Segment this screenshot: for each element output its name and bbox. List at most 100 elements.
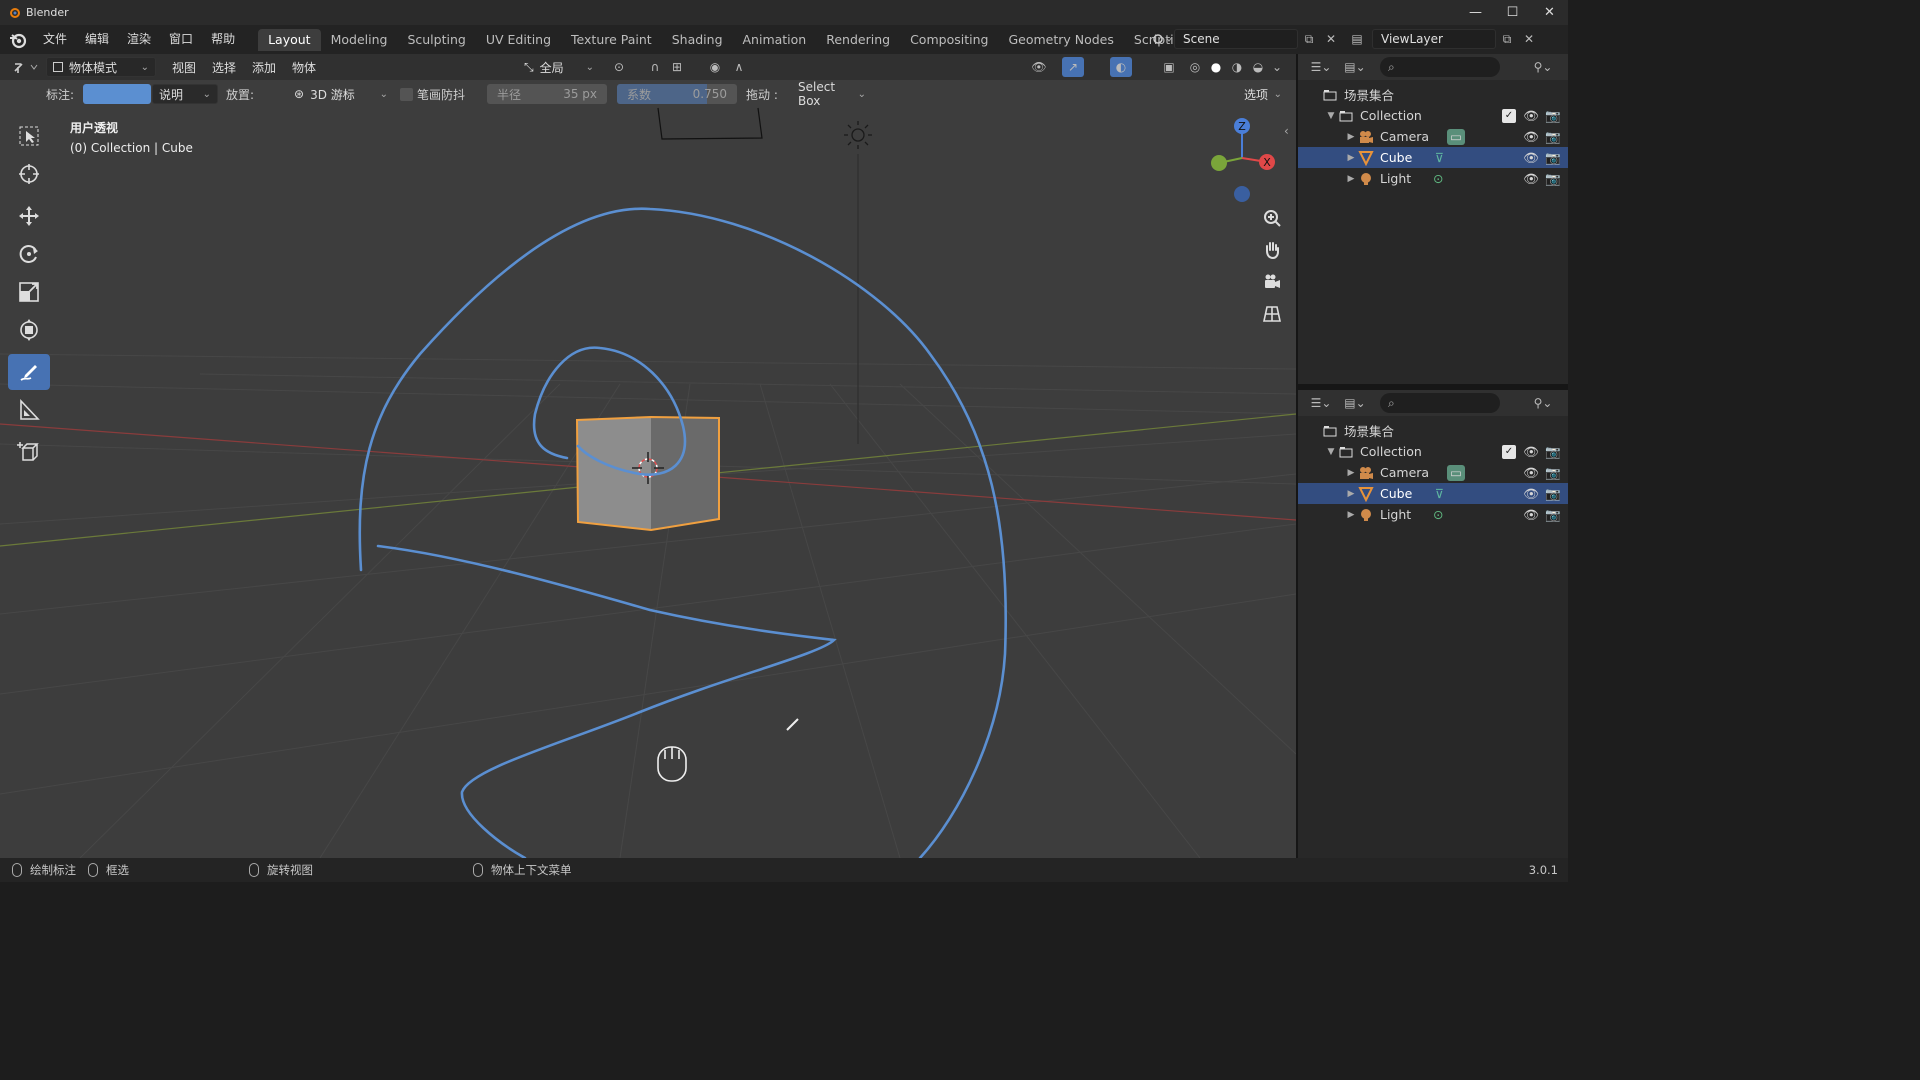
navigation-gizmo[interactable]: Z X xyxy=(1200,114,1290,214)
measure-tool[interactable] xyxy=(8,392,50,428)
eye-icon[interactable]: 👁 xyxy=(1523,150,1539,165)
render-camera-icon[interactable]: 📷 xyxy=(1545,171,1561,186)
eye-icon[interactable]: 👁 xyxy=(1523,444,1539,459)
mesh-data-icon[interactable]: ⊽ xyxy=(1430,486,1448,502)
render-camera-icon[interactable]: 📷 xyxy=(1545,150,1561,165)
camera-data-icon[interactable]: ▭ xyxy=(1447,128,1466,145)
eye-icon[interactable]: 👁 xyxy=(1523,108,1539,123)
render-camera-icon[interactable]: 📷 xyxy=(1545,486,1561,501)
exclude-checkbox[interactable]: ✓ xyxy=(1502,444,1516,459)
outliner-item-camera[interactable]: ▶ Camera ▭ 👁 📷 xyxy=(1298,462,1568,483)
wireframe-shading-icon[interactable]: ◎ xyxy=(1184,57,1206,77)
tab-shading[interactable]: Shading xyxy=(662,29,733,51)
delete-view-layer-icon[interactable]: ✕ xyxy=(1518,29,1540,49)
collection-row[interactable]: ▼ Collection ✓ 👁 📷 xyxy=(1298,441,1568,462)
display-mode-icon[interactable]: ▤⌄ xyxy=(1338,57,1372,77)
expand-arrow-icon[interactable]: ▶ xyxy=(1344,153,1358,163)
transform-tool[interactable] xyxy=(8,312,50,348)
outliner-item-camera[interactable]: ▶ Camera ▭ 👁 📷 xyxy=(1298,126,1568,147)
outliner-editor-type-icon[interactable]: ☰⌄ xyxy=(1304,57,1338,77)
outliner-item-light[interactable]: ▶ Light ⊙ 👁 📷 xyxy=(1298,168,1568,189)
outliner-search-input[interactable]: ⌕ xyxy=(1380,393,1500,413)
note-dropdown[interactable]: 说明 ⌄ xyxy=(152,84,218,104)
new-view-layer-icon[interactable]: ⧉ xyxy=(1496,29,1518,49)
object-menu[interactable]: 物体 xyxy=(284,59,324,76)
zoom-icon[interactable] xyxy=(1258,204,1286,232)
eye-icon[interactable]: 👁 xyxy=(1523,465,1539,480)
stabilize-checkbox[interactable] xyxy=(400,87,413,101)
3d-viewport[interactable]: 物体模式 ⌄ 视图 选择 添加 物体 ⤡ 全局 ⌄ ⊙ ∩ ⊞ ◉ ∧ 👁 ↗ … xyxy=(0,54,1296,858)
radius-slider[interactable]: 半径 35 px xyxy=(487,84,607,104)
add-menu[interactable]: 添加 xyxy=(244,59,284,76)
rotate-tool[interactable] xyxy=(8,236,50,272)
tab-sculpting[interactable]: Sculpting xyxy=(397,29,475,51)
tab-texture-paint[interactable]: Texture Paint xyxy=(561,29,662,51)
expand-arrow-icon[interactable]: ▶ xyxy=(1344,468,1358,478)
scene-collection-row[interactable]: 场景集合 xyxy=(1298,420,1568,441)
render-camera-icon[interactable]: 📷 xyxy=(1545,444,1561,459)
snap-target-icon[interactable]: ⊞ xyxy=(666,57,688,77)
blender-menu-icon[interactable] xyxy=(8,30,28,50)
tab-layout[interactable]: Layout xyxy=(258,28,321,51)
expand-arrow-icon[interactable]: ▶ xyxy=(1344,174,1358,184)
perspective-toggle-icon[interactable] xyxy=(1258,300,1286,328)
shading-options-icon[interactable]: ⌄ xyxy=(1266,57,1288,77)
menu-file[interactable]: 文件 xyxy=(34,25,76,54)
view-layer-field[interactable]: ViewLayer xyxy=(1372,29,1496,49)
editor-type-icon[interactable] xyxy=(6,57,46,77)
view-menu[interactable]: 视图 xyxy=(164,59,204,76)
overlay-toggle-icon[interactable]: ◐ xyxy=(1110,57,1132,77)
xray-toggle-icon[interactable]: ▣ xyxy=(1158,57,1180,77)
tab-rendering[interactable]: Rendering xyxy=(816,29,900,51)
close-button[interactable]: ✕ xyxy=(1531,0,1568,25)
scene-icon[interactable] xyxy=(1152,29,1174,49)
scene-collection-row[interactable]: 场景集合 xyxy=(1298,84,1568,105)
sidebar-toggle-icon[interactable]: ‹ xyxy=(1284,124,1289,138)
annotation-color-swatch[interactable] xyxy=(83,84,151,104)
expand-arrow-icon[interactable]: ▶ xyxy=(1344,510,1358,520)
eye-icon[interactable]: 👁 xyxy=(1523,507,1539,522)
pan-hand-icon[interactable] xyxy=(1258,236,1286,264)
drag-dropdown[interactable]: Select Box ⌄ xyxy=(792,80,872,108)
outliner-editor-type-icon[interactable]: ☰⌄ xyxy=(1304,393,1338,413)
render-camera-icon[interactable]: 📷 xyxy=(1545,465,1561,480)
view-layer-icon[interactable]: ▤ xyxy=(1342,29,1372,49)
light-data-icon[interactable]: ⊙ xyxy=(1429,171,1447,187)
render-camera-icon[interactable]: 📷 xyxy=(1545,129,1561,144)
minimize-button[interactable]: — xyxy=(1457,0,1494,25)
render-camera-icon[interactable]: 📷 xyxy=(1545,507,1561,522)
outliner-item-cube[interactable]: ▶ Cube ⊽ 👁 📷 xyxy=(1298,483,1568,504)
select-box-tool[interactable] xyxy=(8,118,50,154)
tab-modeling[interactable]: Modeling xyxy=(321,29,398,51)
add-cube-tool[interactable] xyxy=(8,434,50,470)
mode-dropdown[interactable]: 物体模式 ⌄ xyxy=(46,57,156,77)
expand-arrow-icon[interactable]: ▶ xyxy=(1344,489,1358,499)
menu-window[interactable]: 窗口 xyxy=(160,25,202,54)
material-shading-icon[interactable]: ◑ xyxy=(1226,57,1248,77)
falloff-icon[interactable]: ∧ xyxy=(728,57,750,77)
transform-orientation-dropdown[interactable]: ⤡ 全局 ⌄ xyxy=(518,57,600,77)
placement-dropdown[interactable]: ⊛ 3D 游标 ⌄ xyxy=(288,84,394,104)
tab-uv-editing[interactable]: UV Editing xyxy=(476,29,561,51)
scene-name-field[interactable]: Scene xyxy=(1174,29,1298,49)
camera-data-icon[interactable]: ▭ xyxy=(1447,464,1466,481)
delete-scene-icon[interactable]: ✕ xyxy=(1320,29,1342,49)
solid-shading-icon[interactable]: ● xyxy=(1205,57,1227,77)
light-data-icon[interactable]: ⊙ xyxy=(1429,507,1447,523)
tab-geometry-nodes[interactable]: Geometry Nodes xyxy=(998,29,1123,51)
expand-arrow-icon[interactable]: ▼ xyxy=(1324,111,1338,121)
move-tool[interactable] xyxy=(8,198,50,234)
eye-icon[interactable]: 👁 xyxy=(1523,486,1539,501)
eye-icon[interactable]: 👁 xyxy=(1523,171,1539,186)
scale-tool[interactable] xyxy=(8,274,50,310)
pivot-point-icon[interactable]: ⊙ xyxy=(608,57,630,77)
menu-edit[interactable]: 编辑 xyxy=(76,25,118,54)
outliner-item-cube[interactable]: ▶ Cube ⊽ 👁 📷 xyxy=(1298,147,1568,168)
new-scene-icon[interactable]: ⧉ xyxy=(1298,29,1320,49)
filter-icon[interactable]: ⚲⌄ xyxy=(1526,57,1560,77)
cursor-tool[interactable] xyxy=(8,156,50,192)
expand-arrow-icon[interactable]: ▶ xyxy=(1344,132,1358,142)
gizmo-toggle-icon[interactable]: ↗ xyxy=(1062,57,1084,77)
menu-render[interactable]: 渲染 xyxy=(118,25,160,54)
collection-row[interactable]: ▼ Collection ✓ 👁 📷 xyxy=(1298,105,1568,126)
